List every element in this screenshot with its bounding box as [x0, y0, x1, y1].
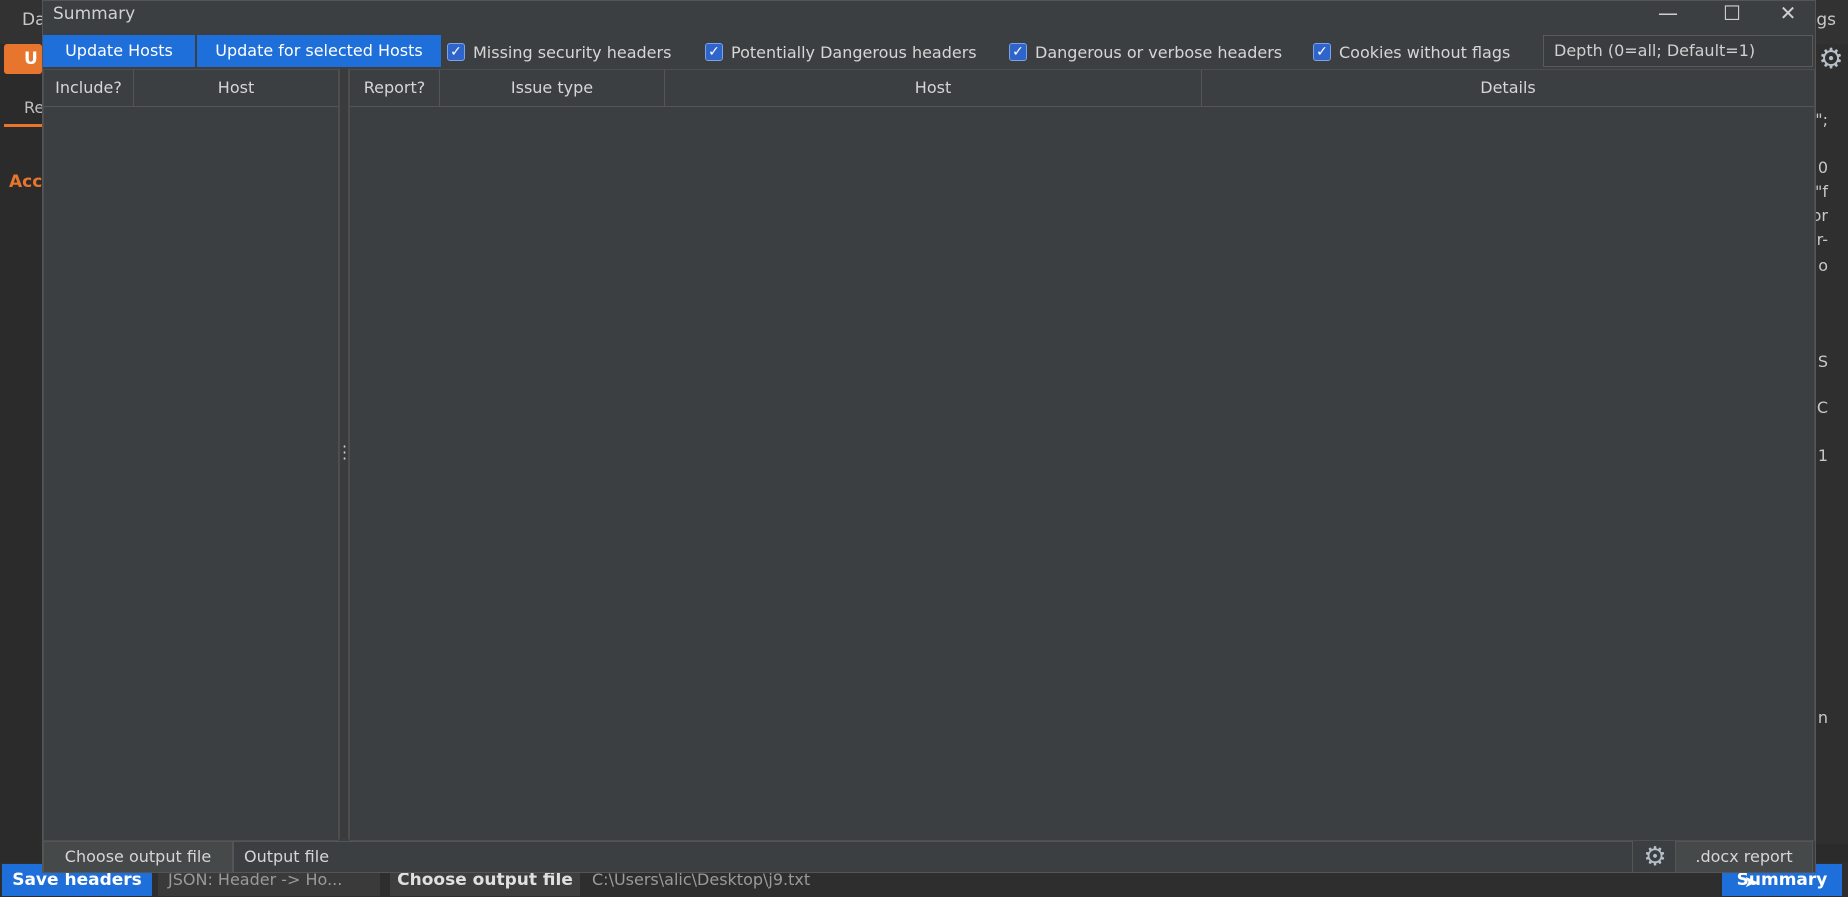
dialog-bottom-bar: Choose output file Output file ⚙ .docx r… [43, 841, 1815, 873]
background-tab-underline [4, 124, 44, 127]
checkbox-checked-icon: ✓ [1313, 43, 1331, 61]
background-menu-right[interactable]: gs [1816, 10, 1836, 30]
dialog-toolbar: Update Hosts Update for selected Hosts ✓… [43, 35, 1815, 69]
potentially-dangerous-headers-checkbox[interactable]: ✓ Potentially Dangerous headers [705, 40, 977, 64]
output-file-field[interactable]: Output file [233, 841, 1633, 873]
column-header-include[interactable]: Include? [44, 70, 134, 106]
background-orange-tab[interactable]: U [4, 44, 42, 74]
checkbox-label: Potentially Dangerous headers [731, 42, 977, 62]
maximize-icon[interactable]: ☐ [1705, 1, 1759, 27]
cookies-without-flags-checkbox[interactable]: ✓ Cookies without flags [1313, 40, 1510, 64]
minimize-icon[interactable]: — [1641, 1, 1695, 27]
background-fragment: S [1817, 352, 1828, 371]
drag-handle-icon: · · · [342, 437, 348, 468]
background-gear-icon[interactable]: ⚙ [1816, 44, 1846, 74]
background-fragment: 1 [1817, 446, 1828, 465]
dialog-title: Summary [53, 4, 136, 24]
checkbox-label: Dangerous or verbose headers [1035, 42, 1283, 62]
gear-icon[interactable]: ⚙ [1639, 841, 1671, 873]
header-divider [44, 106, 338, 107]
hosts-table: Include? Host [43, 69, 339, 841]
background-acc-label: Acc [9, 172, 43, 192]
docx-report-button[interactable]: .docx report [1675, 841, 1813, 873]
background-fragment: o [1818, 256, 1828, 275]
checkbox-checked-icon: ✓ [705, 43, 723, 61]
column-header-report[interactable]: Report? [350, 70, 440, 106]
dangerous-verbose-headers-checkbox[interactable]: ✓ Dangerous or verbose headers [1009, 40, 1282, 64]
mouse-cursor-icon: ➤ [1744, 872, 1758, 891]
column-header-host[interactable]: Host [665, 70, 1202, 106]
choose-output-file-button[interactable]: Choose output file [43, 841, 233, 873]
column-header-host[interactable]: Host [134, 70, 338, 106]
background-fragment: r- [1816, 230, 1828, 249]
issues-table: Report? Issue type Host Details [349, 69, 1815, 841]
checkbox-checked-icon: ✓ [447, 43, 465, 61]
update-hosts-button[interactable]: Update Hosts [43, 35, 195, 67]
column-header-issue-type[interactable]: Issue type [440, 70, 665, 106]
checkbox-checked-icon: ✓ [1009, 43, 1027, 61]
summary-dialog: Summary — ☐ ✕ Update Hosts Update for se… [42, 0, 1816, 873]
header-divider [350, 106, 1814, 107]
close-icon[interactable]: ✕ [1761, 1, 1815, 27]
background-fragment: 0 [1817, 158, 1828, 177]
column-header-details[interactable]: Details [1202, 70, 1814, 106]
background-fragment: "; [1815, 110, 1828, 129]
update-selected-hosts-button[interactable]: Update for selected Hosts [197, 35, 441, 67]
background-fragment: "f [1815, 182, 1828, 201]
split-pane-divider[interactable]: · · · [339, 69, 349, 839]
background-fragment: n [1817, 708, 1828, 727]
missing-security-headers-checkbox[interactable]: ✓ Missing security headers [447, 40, 671, 64]
dialog-titlebar[interactable]: Summary — ☐ ✕ [43, 1, 1815, 27]
depth-input[interactable]: Depth (0=all; Default=1) [1543, 35, 1813, 67]
checkbox-label: Cookies without flags [1339, 42, 1511, 62]
checkbox-label: Missing security headers [473, 42, 672, 62]
